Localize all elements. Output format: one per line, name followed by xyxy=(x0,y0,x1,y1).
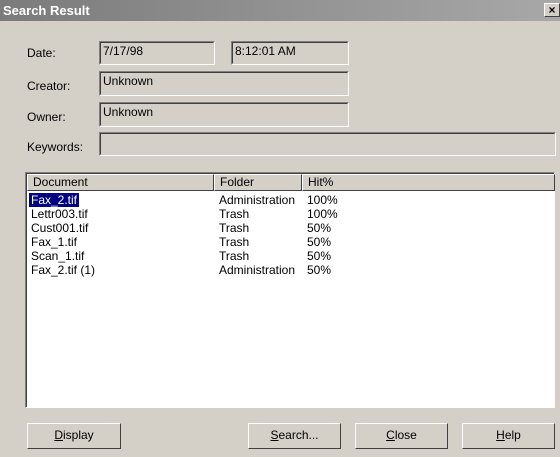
date-field: 7/17/98 xyxy=(99,41,215,65)
keywords-label: Keywords: xyxy=(27,140,84,154)
column-header-document[interactable]: Document xyxy=(27,174,214,191)
row-folder: Administration xyxy=(219,263,296,277)
row-hit: 100% xyxy=(307,207,338,221)
results-list[interactable]: Document Folder Hit% Fax_2.tif Administr… xyxy=(25,172,555,408)
date-value: 7/17/98 xyxy=(103,44,144,58)
time-value: 8:12:01 AM xyxy=(235,44,296,58)
row-folder: Trash xyxy=(219,221,250,235)
row-folder: Trash xyxy=(219,249,250,263)
row-folder: Administration xyxy=(219,193,296,207)
keywords-field[interactable] xyxy=(99,132,556,156)
row-document: Lettr003.tif xyxy=(31,207,88,221)
row-document: Fax_2.tif (1) xyxy=(31,263,96,277)
row-document: Fax_2.tif xyxy=(29,193,80,207)
row-document: Cust001.tif xyxy=(31,221,89,235)
close-button[interactable]: Close xyxy=(355,423,448,449)
creator-value: Unknown xyxy=(103,74,154,88)
creator-label: Creator: xyxy=(27,79,71,93)
column-header-folder[interactable]: Folder xyxy=(214,174,302,191)
column-header-hit[interactable]: Hit% xyxy=(302,174,555,191)
date-label: Date: xyxy=(27,46,56,60)
row-hit: 50% xyxy=(307,249,332,263)
row-document: Scan_1.tif xyxy=(31,249,85,263)
row-folder: Trash xyxy=(219,235,250,249)
window-title: Search Result xyxy=(3,3,90,18)
help-button[interactable]: Help xyxy=(462,423,555,449)
row-hit: 50% xyxy=(307,235,332,249)
owner-field: Unknown xyxy=(99,102,349,127)
search-button[interactable]: Search... xyxy=(248,423,341,449)
row-folder: Trash xyxy=(219,207,250,221)
owner-label: Owner: xyxy=(27,110,66,124)
row-hit: 100% xyxy=(307,193,338,207)
time-field: 8:12:01 AM xyxy=(231,41,349,65)
close-icon[interactable]: × xyxy=(544,3,560,17)
row-document: Fax_1.tif xyxy=(31,235,78,249)
display-button[interactable]: Display xyxy=(27,423,121,449)
creator-field: Unknown xyxy=(99,71,349,96)
row-hit: 50% xyxy=(307,221,332,235)
title-bar: Search Result × xyxy=(0,0,560,21)
row-hit: 50% xyxy=(307,263,332,277)
owner-value: Unknown xyxy=(103,105,154,119)
